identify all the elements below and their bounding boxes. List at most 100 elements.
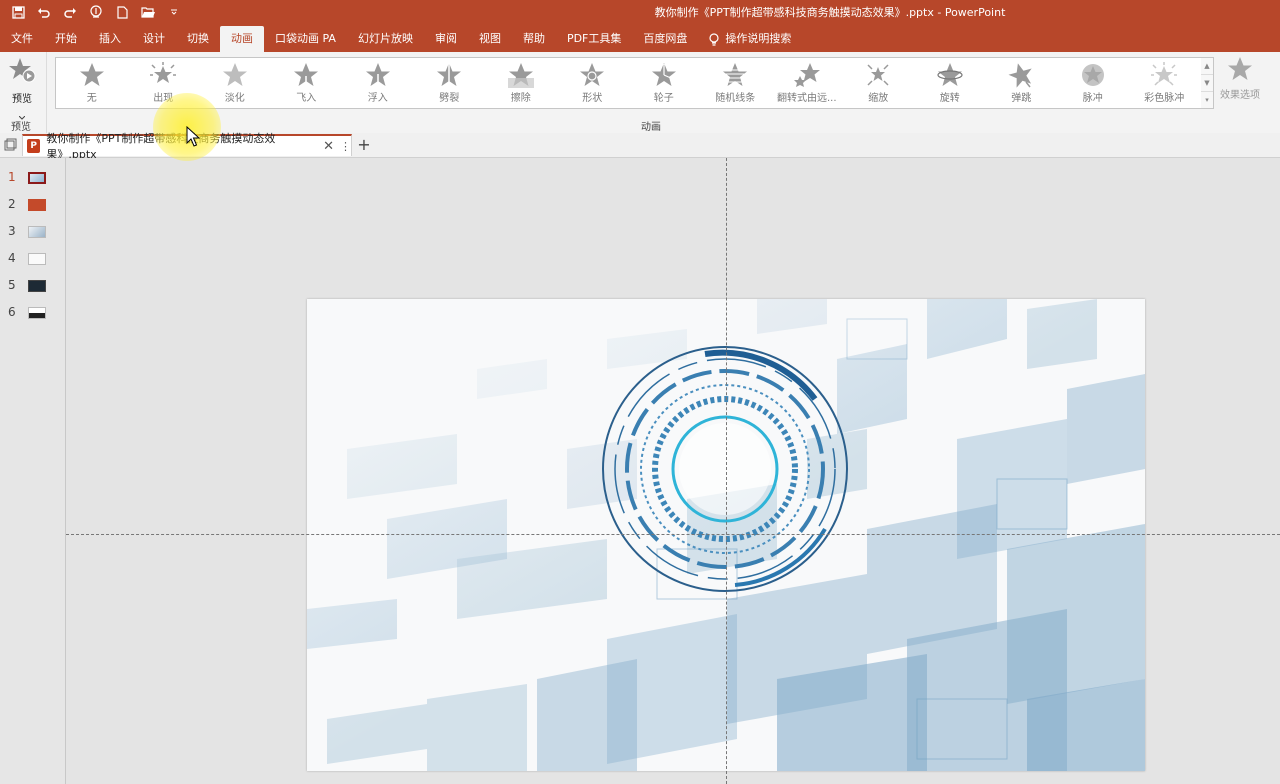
slide-thumbnails-pane: 1 2 3 4 5 6 [0,158,66,784]
anim-float-in[interactable]: 浮入 [342,58,414,108]
slide-number: 5 [8,278,16,292]
tab-review[interactable]: 审阅 [424,26,468,52]
gallery-scroll-up-icon[interactable]: ▲ [1201,58,1213,75]
tell-me-search[interactable]: 操作说明搜索 [698,26,802,52]
anim-none[interactable]: 无 [56,58,128,108]
star-bounce-icon [1008,63,1032,88]
slide-number: 2 [8,197,16,211]
anim-label: 擦除 [510,93,531,104]
tab-file[interactable]: 文件 [0,26,44,52]
slide-preview [28,226,46,238]
slide-number: 6 [8,305,16,319]
anim-label: 浮入 [367,93,388,104]
star-zoom-icon [867,64,889,86]
tab-animations[interactable]: 动画 [220,26,264,52]
anim-random-bars[interactable]: 随机线条 [700,58,772,108]
star-split-icon [437,63,462,87]
powerpoint-icon: P [27,139,41,153]
tab-view[interactable]: 视图 [468,26,512,52]
star-pulse-icon [1081,64,1104,86]
anim-label: 淡化 [224,93,245,104]
slide-number: 1 [8,170,16,184]
tab-design[interactable]: 设计 [132,26,176,52]
search-label: 操作说明搜索 [725,32,792,45]
gallery-scroll-down-icon[interactable]: ▼ [1201,75,1213,92]
preview-button[interactable]: 预览 [4,56,40,120]
star-shape-icon [580,63,605,86]
tab-list-icon[interactable] [4,138,17,151]
gallery-more-icon[interactable]: ▾ [1201,92,1213,108]
anim-fade[interactable]: 淡化 [199,58,271,108]
slide-preview [28,172,46,184]
anim-zoom[interactable]: 缩放 [843,58,915,108]
tab-help[interactable]: 帮助 [512,26,556,52]
close-tab-icon[interactable]: ✕ [323,139,334,154]
anim-fly-in[interactable]: 飞入 [271,58,343,108]
star-fly-in-icon [294,63,319,88]
anim-color-pulse[interactable]: 彩色脉冲 [1129,58,1201,108]
anim-pulse[interactable]: 脉冲 [1057,58,1129,108]
anim-label: 翻转式由远... [776,93,837,104]
anim-label: 缩放 [868,93,889,104]
anim-label: 劈裂 [439,93,460,104]
lightbulb-icon [709,32,719,46]
gallery-scrollbar[interactable]: ▲ ▼ ▾ [1201,57,1214,109]
anim-label: 彩色脉冲 [1144,93,1185,104]
preview-star-icon [9,58,36,83]
star-wheel-icon [651,63,676,86]
slide-preview [28,199,46,211]
title-bar: 教你制作《PPT制作超带感科技商务触摸动态效果》.pptx - PowerPoi… [0,0,1280,24]
slide-preview [28,307,46,319]
slide-thumbnail[interactable]: 1 [0,168,65,188]
tab-pdf-tools[interactable]: PDF工具集 [556,26,632,52]
anim-shape[interactable]: 形状 [557,58,629,108]
anim-split[interactable]: 劈裂 [414,58,486,108]
star-burst-icon [150,62,177,83]
star-float-in-icon [365,63,390,86]
anim-label: 形状 [582,93,603,104]
slide-thumbnail[interactable]: 3 [0,222,65,242]
slide-preview [28,253,46,265]
anim-label: 飞入 [296,93,317,104]
tab-insert[interactable]: 插入 [88,26,132,52]
slide-number: 3 [8,224,16,238]
animation-gallery: 无 出现 淡化 飞入 浮入 劈裂 擦除 形状 轮子 随机线条 翻转式由远... … [55,57,1202,109]
star-random-bars-icon [723,63,748,86]
anim-label: 旋转 [939,93,960,104]
slide-thumbnail[interactable]: 6 [0,303,65,323]
preview-label: 预览 [12,94,32,105]
star-grow-turn-icon [793,63,820,87]
anim-label: 轮子 [653,93,674,104]
star-color-pulse-icon [1151,62,1178,86]
horizontal-guide[interactable] [66,534,1280,535]
window-title: 教你制作《PPT制作超带感科技商务触摸动态效果》.pptx - PowerPoi… [654,6,1006,19]
new-tab-button[interactable]: + [354,135,374,155]
vertical-guide[interactable] [726,158,727,784]
slide-thumbnail[interactable]: 5 [0,276,65,296]
anim-spin[interactable]: 旋转 [914,58,986,108]
anim-label: 弹跳 [1011,93,1032,104]
star-wipe-icon [507,63,534,88]
star-spin-icon [937,63,963,86]
slide-number: 4 [8,251,16,265]
anim-wipe[interactable]: 擦除 [485,58,557,108]
slide-editing-area[interactable] [66,158,1280,784]
tab-menu-icon[interactable]: ⋮ [340,140,351,153]
ribbon-tabs: 文件 开始 插入 设计 切换 动画 口袋动画 PA 幻灯片放映 审阅 视图 帮助… [0,24,1280,52]
anim-label: 随机线条 [715,93,756,104]
effect-options-star-icon [1228,57,1252,80]
star-fade-icon [222,63,247,86]
slide-thumbnail[interactable]: 4 [0,249,65,269]
anim-wheel[interactable]: 轮子 [628,58,700,108]
tab-slideshow[interactable]: 幻灯片放映 [347,26,424,52]
mouse-pointer-icon [186,126,200,147]
tab-transitions[interactable]: 切换 [176,26,220,52]
anim-grow-turn[interactable]: 翻转式由远... [771,58,843,108]
anim-label: 无 [86,93,97,104]
effect-options-button[interactable]: 效果选项 [1216,56,1264,112]
tab-home[interactable]: 开始 [44,26,88,52]
anim-bounce[interactable]: 弹跳 [986,58,1058,108]
tab-baidu-netdisk[interactable]: 百度网盘 [632,26,698,52]
slide-thumbnail[interactable]: 2 [0,195,65,215]
tab-pocket-animation[interactable]: 口袋动画 PA [264,26,347,52]
